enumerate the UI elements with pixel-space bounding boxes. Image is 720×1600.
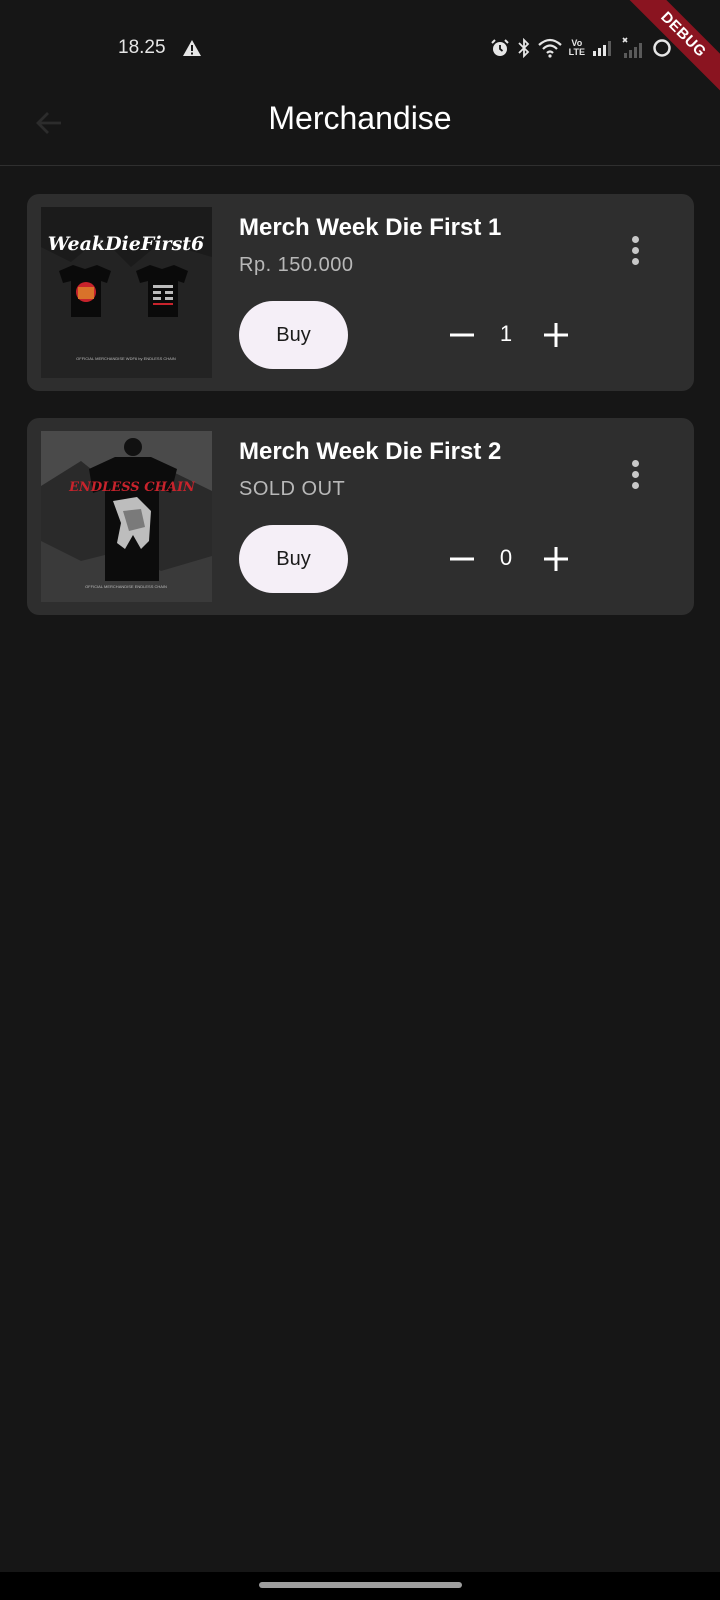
quantity-decrease-button[interactable] — [445, 318, 479, 352]
merch-image: WeakDieFirst6 OFFICIAL MERCHANDISE WDF6 … — [41, 207, 212, 378]
more-options-button[interactable] — [621, 230, 649, 270]
status-bar: 18.25 Vo LTE — [0, 0, 720, 80]
signal-no-service-icon — [622, 37, 642, 58]
battery-icon — [653, 39, 671, 57]
more-vert-dot — [631, 257, 639, 265]
app-bar: Merchandise — [0, 80, 720, 166]
merch-sold-out-label: SOLD OUT — [239, 478, 346, 500]
more-options-button[interactable] — [621, 454, 649, 494]
merch-card: ENDLESS CHAIN OFFICIAL MERCHANDISE ENDLE… — [27, 418, 694, 615]
signal-icon — [593, 41, 611, 56]
merch-price: Rp. 150.000 — [239, 254, 354, 276]
merch-image-title: WeakDieFirst6 — [48, 233, 205, 255]
merch-image: ENDLESS CHAIN OFFICIAL MERCHANDISE ENDLE… — [41, 431, 212, 602]
volte-bottom-label: LTE — [568, 47, 585, 57]
quantity-decrease-button[interactable] — [445, 542, 479, 576]
warning-icon — [183, 40, 201, 56]
status-time: 18.25 — [118, 37, 166, 58]
merch-card: WeakDieFirst6 OFFICIAL MERCHANDISE WDF6 … — [27, 194, 694, 391]
merch-list: WeakDieFirst6 OFFICIAL MERCHANDISE WDF6 … — [27, 194, 694, 642]
quantity-increase-button[interactable] — [539, 318, 573, 352]
quantity-increase-button[interactable] — [539, 542, 573, 576]
merch-image-art: ENDLESS CHAIN OFFICIAL MERCHANDISE ENDLE… — [41, 431, 212, 602]
wifi-icon — [537, 38, 562, 58]
more-vert-dot — [631, 246, 639, 254]
more-vert-icon — [631, 459, 639, 467]
more-vert-dot — [631, 481, 639, 489]
minus-icon — [450, 557, 474, 561]
quantity-value: 1 — [499, 321, 513, 346]
status-icons: Vo LTE — [490, 36, 672, 60]
quantity-value: 0 — [499, 545, 513, 570]
merch-image-art: WeakDieFirst6 OFFICIAL MERCHANDISE WDF6 … — [41, 207, 212, 378]
buy-button[interactable]: Buy — [239, 525, 348, 593]
volte-icon: Vo LTE — [569, 39, 585, 57]
more-vert-dot — [631, 470, 639, 478]
alarm-icon — [490, 39, 509, 56]
merch-name: Merch Week Die First 2 — [239, 438, 502, 465]
page-title: Merchandise — [268, 100, 452, 136]
merch-image-caption: OFFICIAL MERCHANDISE WDF6 by ENDLESS CHA… — [76, 356, 176, 361]
plus-icon — [544, 547, 568, 571]
navigation-bar — [0, 1572, 720, 1600]
buy-button[interactable]: Buy — [239, 301, 348, 369]
home-indicator[interactable] — [259, 1582, 462, 1588]
merch-image-caption: OFFICIAL MERCHANDISE ENDLESS CHAIN — [85, 584, 167, 589]
plus-icon — [544, 323, 568, 347]
more-vert-icon — [631, 235, 639, 243]
bluetooth-icon — [518, 38, 529, 58]
merch-image-title: ENDLESS CHAIN — [68, 480, 196, 495]
minus-icon — [450, 333, 474, 337]
merch-name: Merch Week Die First 1 — [239, 214, 502, 241]
